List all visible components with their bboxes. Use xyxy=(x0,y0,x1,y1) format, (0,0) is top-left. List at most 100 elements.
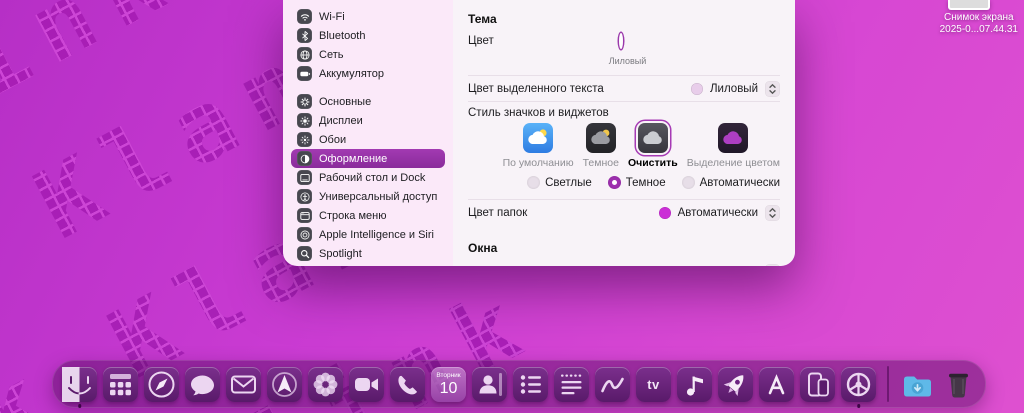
calendar-icon[interactable]: Вторник 10 xyxy=(431,366,466,402)
battery-icon xyxy=(297,66,312,81)
highlight-color-value: Лиловый xyxy=(709,82,758,95)
swatch-green[interactable] xyxy=(739,35,756,52)
sidebar-icon-size-stepper[interactable] xyxy=(765,263,780,266)
running-indicator xyxy=(77,404,82,408)
folder-color-stepper[interactable] xyxy=(765,204,780,221)
system-settings-icon[interactable] xyxy=(841,366,876,408)
safari-icon[interactable] xyxy=(144,366,179,402)
running-indicator xyxy=(856,404,861,408)
swatch-purple-selected[interactable]: Лиловый xyxy=(609,33,646,66)
sidebar-item-battery[interactable]: Аккумулятор xyxy=(291,64,445,83)
icon-style-tinted-preview xyxy=(718,123,749,153)
sidebar-item-accessibility[interactable]: Универсальный доступ xyxy=(291,187,445,206)
swatch-blue[interactable] xyxy=(595,35,612,52)
app-store-icon[interactable] xyxy=(759,366,794,402)
icon-style-label: Стиль значков и виджетов xyxy=(468,107,609,119)
wifi-icon xyxy=(297,9,312,24)
appearance-icon xyxy=(297,151,312,166)
phone-icon[interactable] xyxy=(390,366,425,402)
sidebar-item-wifi[interactable]: Wi-Fi xyxy=(291,7,445,26)
sidebar-icon-size-value: Средний xyxy=(711,266,758,267)
sidebar-item-spotlight[interactable]: Spotlight xyxy=(291,244,445,263)
sidebar-item-desktop-dock[interactable]: Рабочий стол и Dock xyxy=(291,168,445,187)
radio-auto[interactable]: Автоматически xyxy=(681,176,780,189)
trash-icon[interactable] xyxy=(941,367,976,402)
sidebar-item-displays[interactable]: Дисплеи xyxy=(291,111,445,130)
folder-color-label: Цвет папок xyxy=(468,206,528,219)
sidebar-item-menubar[interactable]: Строка меню xyxy=(291,206,445,225)
iphone-mirroring-icon[interactable] xyxy=(800,366,835,402)
highlight-color-stepper[interactable] xyxy=(765,80,780,97)
spotlight-icon xyxy=(297,246,312,261)
screenshot-notification[interactable]: Снимок экрана 2025-0...07.44.31 xyxy=(940,12,1018,36)
sidebar-item-wallpaper[interactable]: Обои xyxy=(291,130,445,149)
contacts-icon[interactable] xyxy=(472,366,507,402)
icon-style-tinted[interactable]: Выделение цветом xyxy=(687,123,780,169)
system-settings-window: Wi-Fi Bluetooth Сеть Аккумулятор Основны… xyxy=(283,0,795,266)
facetime-icon[interactable] xyxy=(349,366,384,402)
bluetooth-icon xyxy=(297,28,312,43)
downloads-folder-icon[interactable] xyxy=(900,367,935,402)
menubar-icon xyxy=(297,208,312,223)
swatch-pink[interactable] xyxy=(643,35,660,52)
sidebar-label: Дисплеи xyxy=(319,114,363,127)
swatch-orange[interactable] xyxy=(691,35,708,52)
swatch-gray[interactable] xyxy=(763,35,780,52)
maps-icon[interactable] xyxy=(267,366,302,402)
selected-color-name: Лиловый xyxy=(608,56,647,66)
folder-color-row: Цвет папок Автоматически xyxy=(468,199,780,225)
settings-sidebar: Wi-Fi Bluetooth Сеть Аккумулятор Основны… xyxy=(283,0,453,266)
sidebar-item-appearance[interactable]: Оформление xyxy=(291,149,445,168)
rocket-icon[interactable] xyxy=(718,366,753,402)
notes-icon[interactable] xyxy=(554,366,589,402)
radio-light[interactable]: Светлые xyxy=(527,176,592,189)
photos-icon[interactable] xyxy=(308,366,343,402)
sidebar-label: Оформление xyxy=(319,152,388,165)
calendar-day: 10 xyxy=(439,379,458,397)
appearance-pane: Тема Цвет Лиловый Цвет выделенного текст… xyxy=(453,0,795,266)
brightness-icon xyxy=(297,113,312,128)
messages-icon[interactable] xyxy=(185,366,220,402)
desktop-dock-icon xyxy=(297,170,312,185)
apple-intelligence-icon xyxy=(297,227,312,242)
accent-color-label: Цвет xyxy=(468,35,494,47)
screenshot-thumbnail[interactable] xyxy=(948,0,990,10)
sidebar-item-bluetooth[interactable]: Bluetooth xyxy=(291,26,445,45)
sidebar-label: Строка меню xyxy=(319,209,387,222)
reminders-icon[interactable] xyxy=(513,366,548,402)
icon-style-dark-preview xyxy=(585,123,616,153)
accessibility-icon xyxy=(297,189,312,204)
tv-logo: tv xyxy=(647,376,660,392)
sidebar-item-general[interactable]: Основные xyxy=(291,92,445,111)
finder-icon[interactable] xyxy=(62,366,97,408)
swatch-multicolor[interactable] xyxy=(571,35,588,52)
radio-dark[interactable]: Темное xyxy=(607,176,666,189)
icon-style-default[interactable]: По умолчанию xyxy=(503,123,574,169)
folder-color-swatch xyxy=(658,206,671,219)
highlight-color-row: Цвет выделенного текста Лиловый xyxy=(468,75,780,101)
sidebar-label: Основные xyxy=(319,95,372,108)
sidebar-icon-size-row: Размер значков в боковом меню Средний xyxy=(468,259,780,266)
wallpaper-icon xyxy=(297,132,312,147)
sidebar-item-network[interactable]: Сеть xyxy=(291,45,445,64)
apple-tv-icon[interactable]: tv xyxy=(636,366,671,402)
music-icon[interactable] xyxy=(677,366,712,402)
icon-style-clear[interactable]: Очистить xyxy=(628,123,678,169)
sidebar-item-apple-intelligence[interactable]: Apple Intelligence и Siri xyxy=(291,225,445,244)
swatch-red[interactable] xyxy=(667,35,684,52)
freeform-icon[interactable] xyxy=(595,366,630,402)
gear-icon xyxy=(297,94,312,109)
sidebar-icon-size-label: Размер значков в боковом меню xyxy=(468,266,642,267)
swatch-yellow[interactable] xyxy=(715,35,732,52)
apps-grid-icon[interactable] xyxy=(103,366,138,402)
screenshot-title: Снимок экрана xyxy=(943,12,1014,23)
sidebar-label: Сеть xyxy=(319,48,344,61)
accent-color-row: Цвет Лиловый xyxy=(468,30,780,75)
sidebar-label: Spotlight xyxy=(319,247,362,260)
icon-style-dark[interactable]: Темное xyxy=(583,123,619,169)
sidebar-label: Рабочий стол и Dock xyxy=(319,171,426,184)
mail-icon[interactable] xyxy=(226,366,261,402)
icon-style-clear-preview xyxy=(637,123,668,153)
desktop: ink Stink Kl Clink Klank Boink Klank Sti… xyxy=(0,0,1024,413)
